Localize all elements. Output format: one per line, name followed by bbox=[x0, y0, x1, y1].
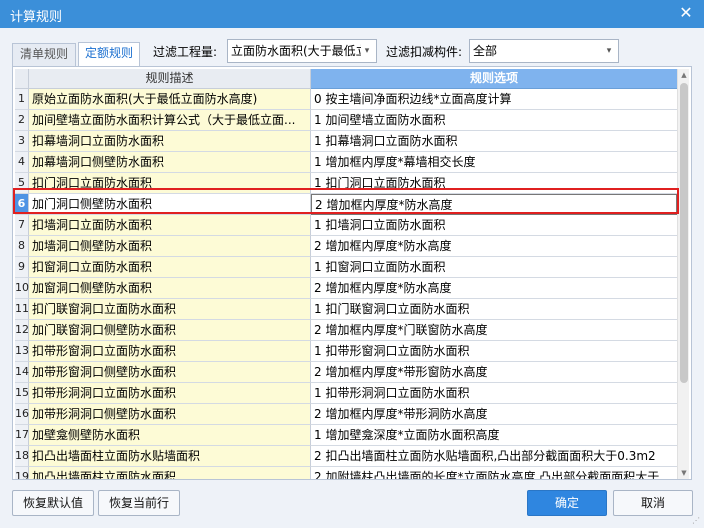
row-number: 14 bbox=[15, 362, 29, 383]
tab-panel: 规则描述 规则选项 1 原始立面防水面积(大于最低立面防水高度) 0 按主墙间净面积… bbox=[12, 66, 692, 480]
row-number: 15 bbox=[15, 383, 29, 404]
row-number: 12 bbox=[15, 320, 29, 341]
table-row[interactable]: 7 扣墙洞口立面防水面积 1 扣墙洞口立面防水面积 bbox=[15, 215, 677, 236]
ok-button[interactable]: 确定 bbox=[527, 490, 607, 516]
row-number: 19 bbox=[15, 467, 29, 479]
table-row[interactable]: 14 加带形窗洞口侧壁防水面积 2 增加框内厚度*带形窗防水高度 bbox=[15, 362, 677, 383]
rule-description-cell: 扣窗洞口立面防水面积 bbox=[29, 257, 311, 278]
rule-option-cell[interactable]: 2 增加框内厚度*门联窗防水高度 bbox=[311, 320, 677, 341]
scroll-up-icon[interactable]: ▲ bbox=[678, 69, 689, 81]
table-row[interactable]: 10 加窗洞口侧壁防水面积 2 增加框内厚度*防水高度 bbox=[15, 278, 677, 299]
tab-quota-rules[interactable]: 定额规则 bbox=[78, 42, 140, 67]
filter-deduction-select[interactable]: 全部 ▾ bbox=[469, 39, 619, 63]
rule-description-cell: 加间壁墙立面防水面积计算公式（大于最低立面... bbox=[29, 110, 311, 131]
table-row[interactable]: 1 原始立面防水面积(大于最低立面防水高度) 0 按主墙间净面积边线*立面高度计算 bbox=[15, 89, 677, 110]
row-number-header bbox=[15, 69, 29, 89]
rule-description-cell: 加门联窗洞口侧壁防水面积 bbox=[29, 320, 311, 341]
rule-description-cell: 扣带形洞洞口立面防水面积 bbox=[29, 383, 311, 404]
filter-deduction-value: 全部 bbox=[473, 44, 498, 58]
reset-default-button[interactable]: 恢复默认值 bbox=[12, 490, 94, 516]
table-row[interactable]: 18 扣凸出墙面柱立面防水贴墙面积 2 扣凸出墙面柱立面防水贴墙面积,凸出部分截面面… bbox=[15, 446, 677, 467]
scrollbar-thumb[interactable] bbox=[680, 83, 688, 383]
rule-description-cell: 加带形窗洞口侧壁防水面积 bbox=[29, 362, 311, 383]
vertical-scrollbar[interactable]: ▲ ▼ bbox=[677, 69, 689, 479]
rule-option-cell[interactable]: 1 加间壁墙立面防水面积 bbox=[311, 110, 677, 131]
rule-description-cell: 加幕墙洞口侧壁防水面积 bbox=[29, 152, 311, 173]
table-row[interactable]: 9 扣窗洞口立面防水面积 1 扣窗洞口立面防水面积 bbox=[15, 257, 677, 278]
rule-option-cell[interactable]: 1 扣墙洞口立面防水面积 bbox=[311, 215, 677, 236]
rule-option-cell[interactable]: 1 扣门联窗洞口立面防水面积 bbox=[311, 299, 677, 320]
row-number: 1 bbox=[15, 89, 29, 110]
rule-option-cell[interactable]: 0 按主墙间净面积边线*立面高度计算 bbox=[311, 89, 677, 110]
table-row[interactable]: 11 扣门联窗洞口立面防水面积 1 扣门联窗洞口立面防水面积 bbox=[15, 299, 677, 320]
table-row[interactable]: 2 加间壁墙立面防水面积计算公式（大于最低立面... 1 加间壁墙立面防水面积 bbox=[15, 110, 677, 131]
table-row[interactable]: 19 加凸出墙面柱立面防水面积 2 加附墙柱凸出墙面的长度*立面防水高度,凸出部分截… bbox=[15, 467, 677, 479]
window-title: 计算规则 bbox=[10, 10, 63, 25]
rule-option-cell[interactable]: 1 扣带形窗洞口立面防水面积 bbox=[311, 341, 677, 362]
rule-option-cell[interactable]: 1 扣幕墙洞口立面防水面积 bbox=[311, 131, 677, 152]
table-row[interactable]: 8 加墙洞口侧壁防水面积 2 增加框内厚度*防水高度 bbox=[15, 236, 677, 257]
rule-description-cell: 扣凸出墙面柱立面防水贴墙面积 bbox=[29, 446, 311, 467]
rule-description-cell: 加凸出墙面柱立面防水面积 bbox=[29, 467, 311, 479]
rule-description-cell: 扣幕墙洞口立面防水面积 bbox=[29, 131, 311, 152]
row-number: 9 bbox=[15, 257, 29, 278]
rule-option-cell[interactable]: 2 增加框内厚度*带形窗防水高度 bbox=[311, 362, 677, 383]
filter-quantity-select[interactable]: 立面防水面积(大于最低立 ▾ bbox=[227, 39, 377, 63]
table-row[interactable]: 15 扣带形洞洞口立面防水面积 1 扣带形洞洞口立面防水面积 bbox=[15, 383, 677, 404]
table-row[interactable]: 4 加幕墙洞口侧壁防水面积 1 增加框内厚度*幕墙相交长度 bbox=[15, 152, 677, 173]
rule-description-cell: 原始立面防水面积(大于最低立面防水高度) bbox=[29, 89, 311, 110]
rule-option-cell[interactable]: 2 增加框内厚度*防水高度 bbox=[311, 278, 677, 299]
table-row[interactable]: 3 扣幕墙洞口立面防水面积 1 扣幕墙洞口立面防水面积 bbox=[15, 131, 677, 152]
close-icon[interactable]: ✕ bbox=[676, 3, 696, 23]
rules-table: 规则描述 规则选项 1 原始立面防水面积(大于最低立面防水高度) 0 按主墙间净面积… bbox=[15, 69, 689, 479]
table-row[interactable]: 12 加门联窗洞口侧壁防水面积 2 增加框内厚度*门联窗防水高度 bbox=[15, 320, 677, 341]
chevron-down-icon: ▾ bbox=[364, 46, 370, 56]
selected-row-highlight bbox=[13, 188, 679, 214]
rule-description-cell: 加带形洞洞口侧壁防水面积 bbox=[29, 404, 311, 425]
rule-option-cell[interactable]: 2 增加框内厚度*带形洞防水高度 bbox=[311, 404, 677, 425]
table-row[interactable]: 16 加带形洞洞口侧壁防水面积 2 增加框内厚度*带形洞防水高度 bbox=[15, 404, 677, 425]
row-number: 16 bbox=[15, 404, 29, 425]
row-number: 13 bbox=[15, 341, 29, 362]
rule-option-cell[interactable]: 2 扣凸出墙面柱立面防水贴墙面积,凸出部分截面面积大于0.3m2 bbox=[311, 446, 677, 467]
cancel-button[interactable]: 取消 bbox=[613, 490, 693, 516]
table-row[interactable]: 13 扣带形窗洞口立面防水面积 1 扣带形窗洞口立面防水面积 bbox=[15, 341, 677, 362]
rule-option-cell[interactable]: 2 增加框内厚度*防水高度 bbox=[311, 236, 677, 257]
rule-description-cell: 加窗洞口侧壁防水面积 bbox=[29, 278, 311, 299]
rule-description-cell: 扣带形窗洞口立面防水面积 bbox=[29, 341, 311, 362]
table-row[interactable]: 17 加壁龛侧壁防水面积 1 增加壁龛深度*立面防水面积高度 bbox=[15, 425, 677, 446]
row-number: 10 bbox=[15, 278, 29, 299]
filter-quantity-label: 过滤工程量: bbox=[153, 45, 218, 59]
row-number: 17 bbox=[15, 425, 29, 446]
rule-description-cell: 扣墙洞口立面防水面积 bbox=[29, 215, 311, 236]
rule-option-cell[interactable]: 1 扣窗洞口立面防水面积 bbox=[311, 257, 677, 278]
scroll-down-icon[interactable]: ▼ bbox=[678, 467, 689, 479]
rule-option-cell[interactable]: 2 加附墙柱凸出墙面的长度*立面防水高度,凸出部分截面面积大于... bbox=[311, 467, 677, 479]
row-number: 11 bbox=[15, 299, 29, 320]
tab-list-rules[interactable]: 清单规则 bbox=[12, 43, 76, 66]
rule-description-cell: 扣门联窗洞口立面防水面积 bbox=[29, 299, 311, 320]
reset-current-row-button[interactable]: 恢复当前行 bbox=[98, 490, 180, 516]
row-number: 18 bbox=[15, 446, 29, 467]
row-number: 8 bbox=[15, 236, 29, 257]
chevron-down-icon: ▾ bbox=[606, 46, 612, 56]
row-number: 7 bbox=[15, 215, 29, 236]
title-bar: 计算规则 ✕ bbox=[0, 0, 704, 28]
row-number: 4 bbox=[15, 152, 29, 173]
resize-grip-icon[interactable]: ⋰ bbox=[692, 516, 702, 526]
rule-description-cell: 加墙洞口侧壁防水面积 bbox=[29, 236, 311, 257]
rule-option-cell[interactable]: 1 增加框内厚度*幕墙相交长度 bbox=[311, 152, 677, 173]
filter-quantity-value: 立面防水面积(大于最低立 bbox=[231, 44, 361, 58]
table-header: 规则描述 规则选项 bbox=[15, 69, 689, 89]
column-header-option: 规则选项 bbox=[311, 69, 677, 89]
rule-option-cell[interactable]: 1 扣带形洞洞口立面防水面积 bbox=[311, 383, 677, 404]
table-body: 1 原始立面防水面积(大于最低立面防水高度) 0 按主墙间净面积边线*立面高度计算 2… bbox=[15, 89, 677, 479]
rule-option-cell[interactable]: 1 增加壁龛深度*立面防水面积高度 bbox=[311, 425, 677, 446]
column-header-description: 规则描述 bbox=[29, 69, 311, 89]
row-number: 3 bbox=[15, 131, 29, 152]
rule-description-cell: 加壁龛侧壁防水面积 bbox=[29, 425, 311, 446]
row-number: 2 bbox=[15, 110, 29, 131]
filter-deduction-label: 过滤扣减构件: bbox=[386, 45, 463, 59]
